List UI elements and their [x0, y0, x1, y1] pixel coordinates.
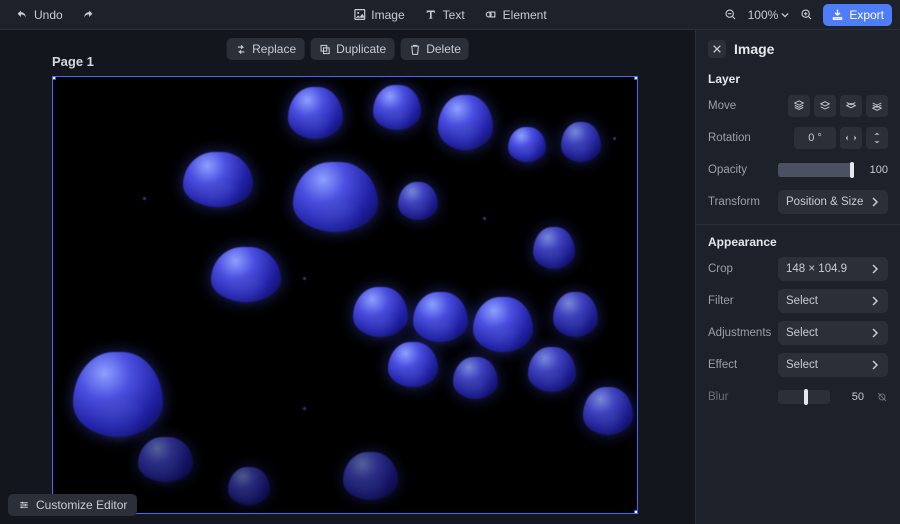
crop-select[interactable]: 148 × 104.9	[778, 257, 888, 281]
duplicate-icon	[318, 43, 331, 56]
tab-image-label: Image	[371, 8, 404, 22]
chevron-down-icon	[781, 11, 789, 19]
text-icon	[425, 8, 438, 21]
flip-horizontal-button[interactable]	[840, 127, 862, 149]
resize-handle-tr[interactable]	[634, 76, 638, 80]
transform-select[interactable]: Position & Size	[778, 190, 888, 214]
chevron-right-icon	[870, 197, 880, 207]
layer-down-icon	[845, 100, 857, 112]
close-icon	[712, 44, 722, 54]
move-to-back-button[interactable]	[866, 95, 888, 117]
chevron-right-icon	[870, 264, 880, 274]
chevron-right-icon	[870, 360, 880, 370]
element-icon	[485, 8, 498, 21]
export-label: Export	[849, 8, 884, 22]
download-icon	[831, 8, 844, 21]
filter-value: Select	[786, 295, 818, 307]
tab-image[interactable]: Image	[345, 4, 412, 26]
effect-label: Effect	[708, 359, 778, 371]
reset-blur-icon[interactable]	[876, 391, 888, 403]
flip-vertical-button[interactable]	[866, 127, 888, 149]
replace-label: Replace	[252, 42, 296, 56]
inspector-panel: Image Layer Move Rotation Opacity 100	[695, 30, 900, 524]
adjustments-label: Adjustments	[708, 327, 778, 339]
duplicate-button[interactable]: Duplicate	[310, 38, 394, 60]
opacity-label: Opacity	[708, 164, 778, 176]
filter-label: Filter	[708, 295, 778, 307]
effect-value: Select	[786, 359, 818, 371]
zoom-level-value: 100%	[748, 8, 779, 22]
layers-front-icon	[793, 100, 805, 112]
zoom-in-icon	[800, 8, 813, 21]
undo-button[interactable]: Undo	[8, 4, 71, 26]
resize-handle-tl[interactable]	[52, 76, 56, 80]
effect-select[interactable]: Select	[778, 353, 888, 377]
chevron-right-icon	[870, 328, 880, 338]
transform-value: Position & Size	[786, 196, 863, 208]
adjustments-value: Select	[786, 327, 818, 339]
delete-label: Delete	[426, 42, 461, 56]
move-to-front-button[interactable]	[788, 95, 810, 117]
move-label: Move	[708, 100, 778, 112]
layer-up-icon	[819, 100, 831, 112]
move-forward-button[interactable]	[814, 95, 836, 117]
flip-h-icon	[845, 132, 857, 144]
resize-handle-br[interactable]	[634, 510, 638, 514]
customize-editor-button[interactable]: Customize Editor	[8, 494, 137, 516]
customize-editor-label: Customize Editor	[36, 498, 127, 512]
close-inspector-button[interactable]	[708, 40, 726, 58]
tab-element-label: Element	[503, 8, 547, 22]
filter-select[interactable]: Select	[778, 289, 888, 313]
move-backward-button[interactable]	[840, 95, 862, 117]
rotation-label: Rotation	[708, 132, 778, 144]
undo-label: Undo	[34, 8, 63, 22]
section-layer-heading: Layer	[708, 72, 888, 86]
blur-slider[interactable]	[778, 390, 830, 404]
opacity-value: 100	[860, 164, 888, 176]
crop-value: 148 × 104.9	[786, 263, 847, 275]
crop-label: Crop	[708, 263, 778, 275]
image-icon	[353, 8, 366, 21]
canvas-area: Replace Duplicate Delete Page 1	[0, 30, 695, 524]
redo-icon	[81, 8, 94, 21]
trash-icon	[408, 43, 421, 56]
delete-button[interactable]: Delete	[400, 38, 469, 60]
rotation-input[interactable]	[794, 127, 836, 149]
export-button[interactable]: Export	[823, 4, 892, 26]
layers-back-icon	[871, 100, 883, 112]
sliders-icon	[18, 499, 30, 511]
inspector-title: Image	[734, 41, 774, 57]
topbar: Undo Image Text Element 100%	[0, 0, 900, 30]
adjustments-select[interactable]: Select	[778, 321, 888, 345]
zoom-level-dropdown[interactable]: 100%	[744, 8, 794, 22]
zoom-controls: 100%	[720, 4, 818, 26]
duplicate-label: Duplicate	[336, 42, 386, 56]
page-title: Page 1	[52, 54, 94, 69]
selected-image-frame[interactable]	[52, 76, 638, 514]
zoom-out-button[interactable]	[720, 4, 742, 26]
opacity-slider[interactable]	[778, 163, 854, 177]
section-appearance-heading: Appearance	[708, 235, 888, 249]
tab-text-label: Text	[443, 8, 465, 22]
chevron-right-icon	[870, 296, 880, 306]
flip-v-icon	[871, 132, 883, 144]
zoom-out-icon	[724, 8, 737, 21]
transform-label: Transform	[708, 196, 778, 208]
selection-action-bar: Replace Duplicate Delete	[226, 38, 469, 60]
blur-value: 50	[836, 391, 864, 403]
zoom-in-button[interactable]	[795, 4, 817, 26]
blur-label: Blur	[708, 391, 778, 403]
tab-element[interactable]: Element	[477, 4, 555, 26]
redo-button[interactable]	[77, 4, 99, 26]
undo-icon	[16, 8, 29, 21]
tab-text[interactable]: Text	[417, 4, 473, 26]
replace-button[interactable]: Replace	[226, 38, 304, 60]
replace-icon	[234, 43, 247, 56]
